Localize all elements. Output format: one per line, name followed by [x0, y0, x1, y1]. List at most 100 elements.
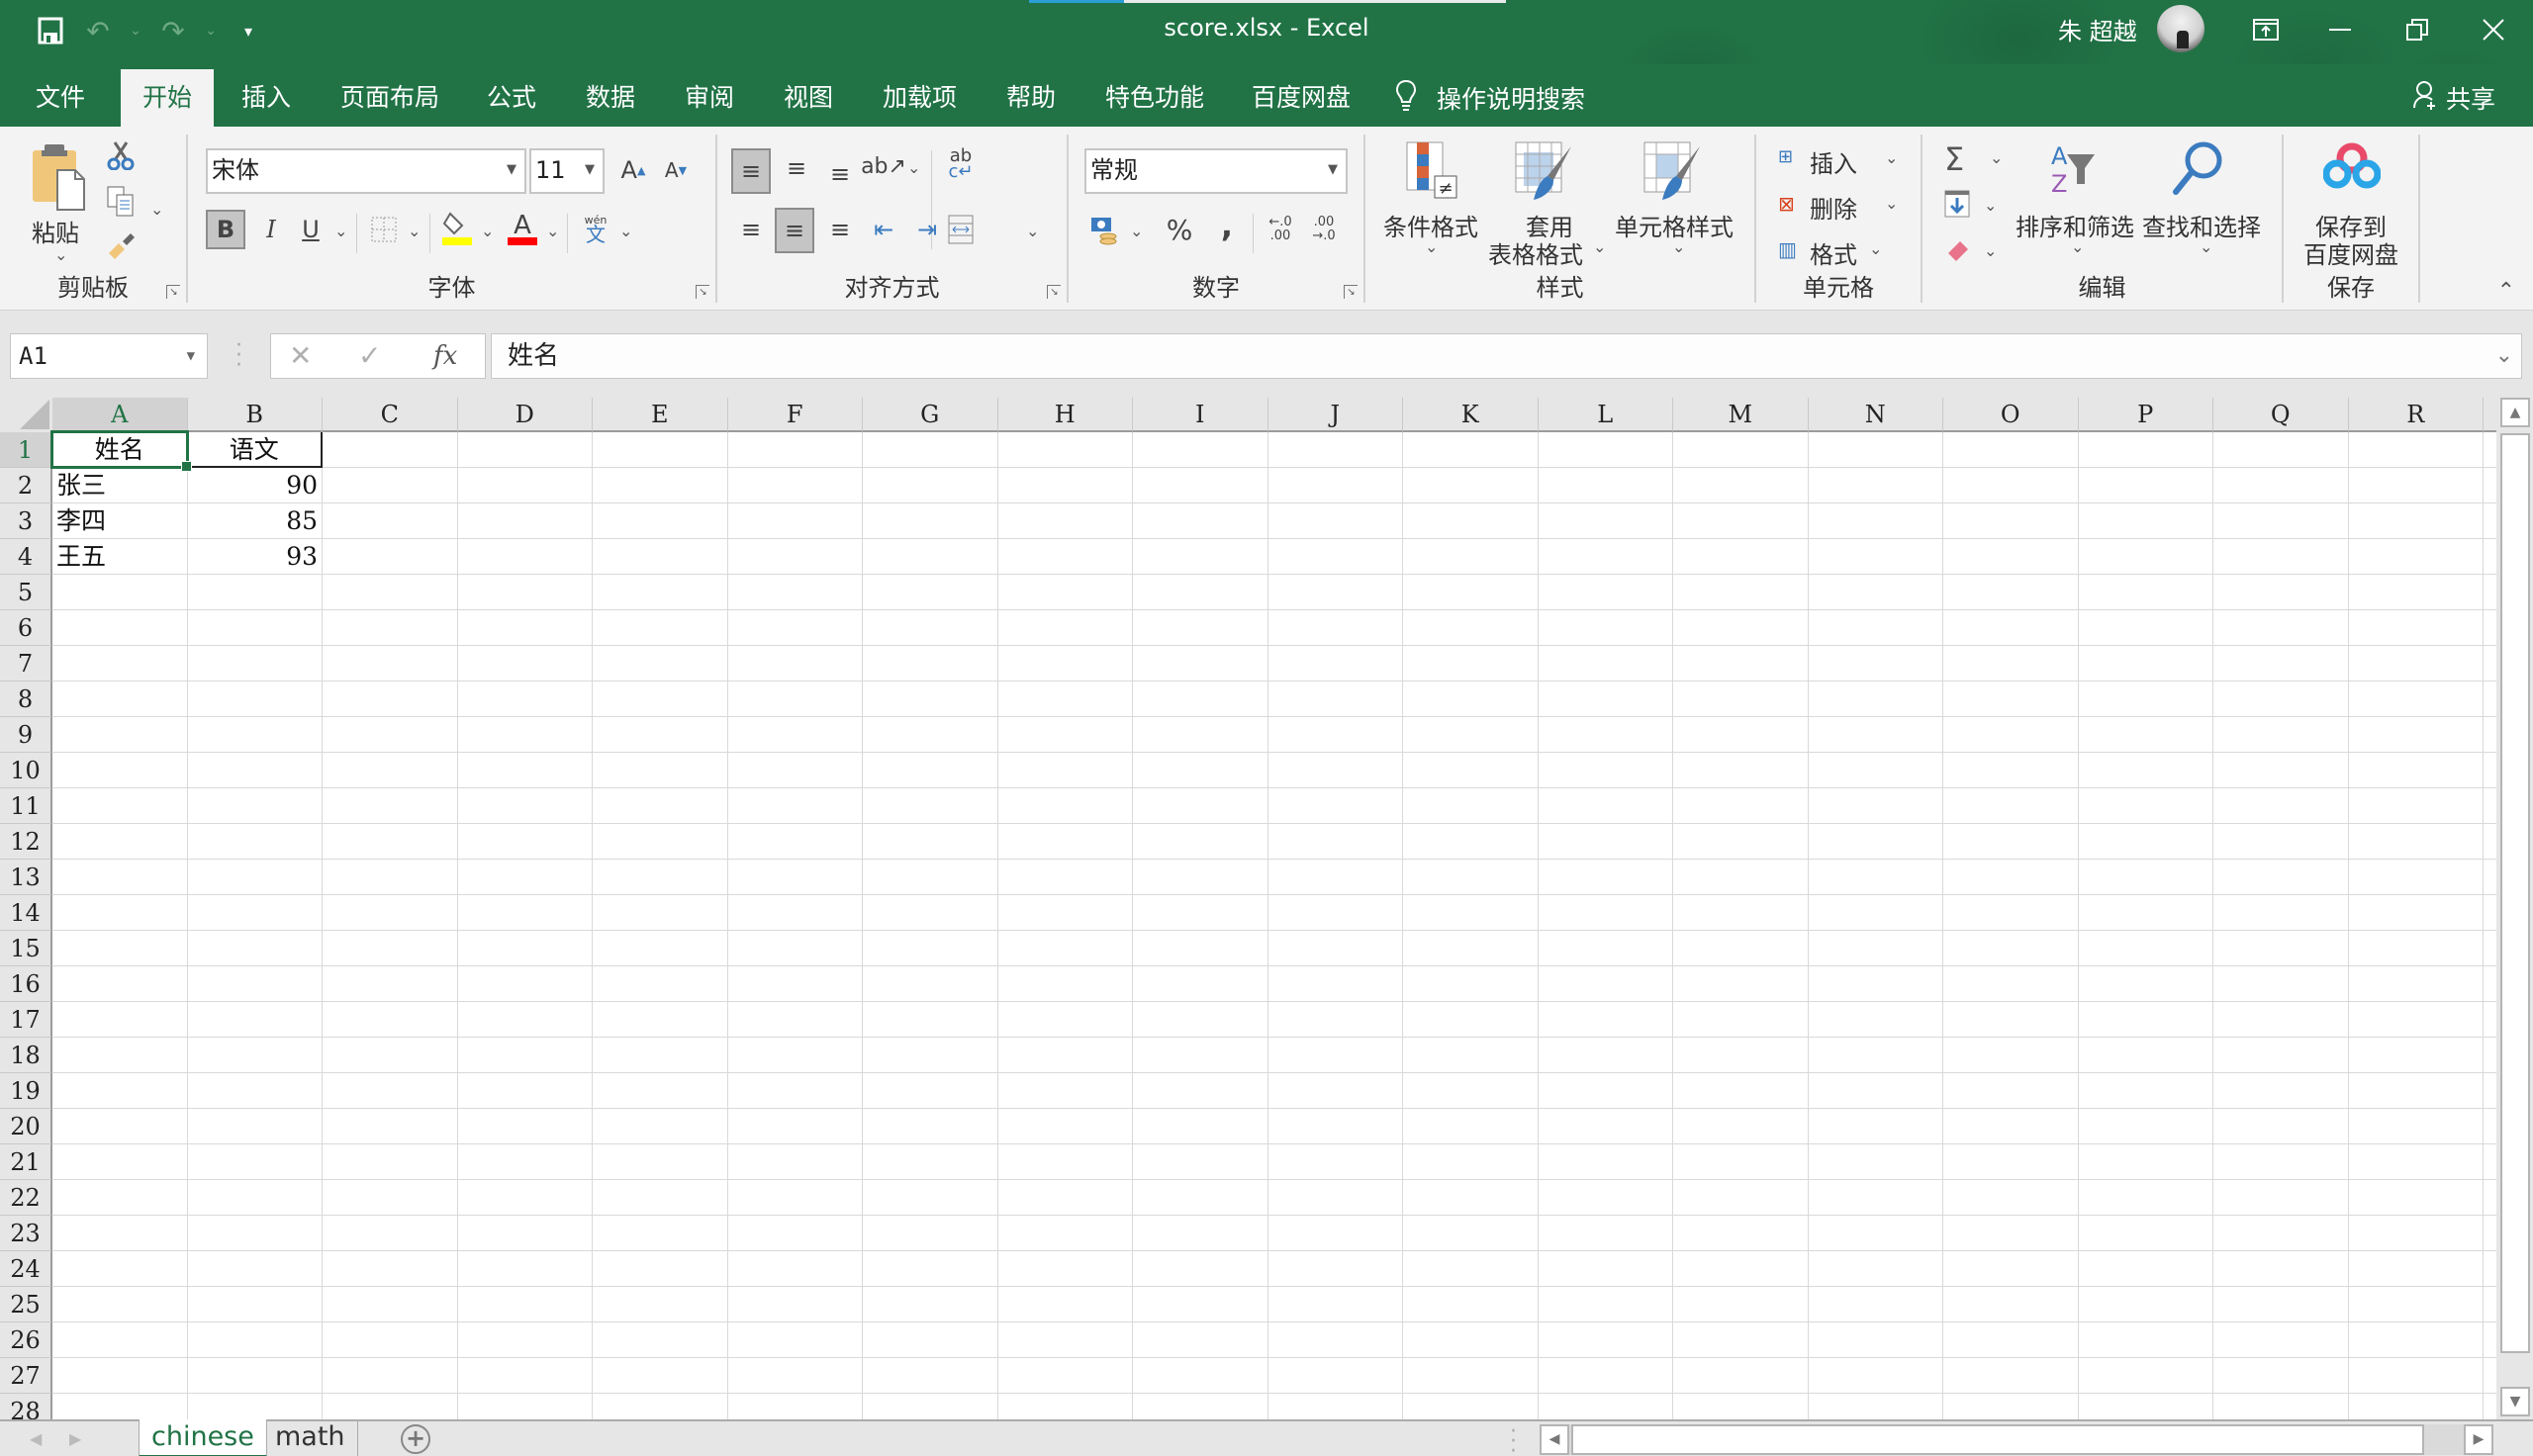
align-left-icon[interactable]: ≡	[731, 210, 771, 249]
cell-g25[interactable]	[863, 1287, 998, 1322]
comma-style-button[interactable]: ,	[1207, 206, 1247, 245]
cell-e7[interactable]	[593, 646, 728, 682]
cell-d27[interactable]	[457, 1358, 593, 1394]
cell-r7[interactable]	[2348, 646, 2484, 682]
cell-n23[interactable]	[1808, 1216, 1943, 1251]
cell-p11[interactable]	[2078, 788, 2213, 824]
cell-b4[interactable]: 93	[187, 539, 323, 575]
cell-b8[interactable]	[187, 682, 323, 717]
cell-o16[interactable]	[1943, 966, 2079, 1002]
cell-p14[interactable]	[2078, 895, 2213, 931]
cell-r8[interactable]	[2348, 682, 2484, 717]
cell-i3[interactable]	[1133, 503, 1268, 539]
format-painter-icon[interactable]	[107, 233, 135, 263]
column-header-e[interactable]: E	[593, 398, 728, 432]
cell-k5[interactable]	[1403, 575, 1539, 610]
cell-k25[interactable]	[1403, 1287, 1539, 1322]
cell-d17[interactable]	[457, 1002, 593, 1038]
font-name-combo[interactable]: 宋体 ▼	[206, 148, 526, 194]
name-box[interactable]: A1 ▼	[10, 333, 208, 379]
wrap-text-icon[interactable]: ab c↵	[941, 144, 981, 184]
increase-decimal-button[interactable]: ←.0 .00	[1261, 210, 1300, 249]
cell-p18[interactable]	[2078, 1038, 2213, 1073]
cell-h11[interactable]	[997, 788, 1133, 824]
cell-g27[interactable]	[863, 1358, 998, 1394]
cell-r17[interactable]	[2348, 1002, 2484, 1038]
cell-g11[interactable]	[863, 788, 998, 824]
insert-cells-label[interactable]: 插入	[1810, 144, 1857, 179]
cell-n7[interactable]	[1808, 646, 1943, 682]
cell-j14[interactable]	[1267, 895, 1403, 931]
cell-d14[interactable]	[457, 895, 593, 931]
cell-g22[interactable]	[863, 1180, 998, 1216]
cell-f24[interactable]	[727, 1251, 863, 1287]
cell-b10[interactable]	[187, 753, 323, 788]
cell-r18[interactable]	[2348, 1038, 2484, 1073]
cell-e2[interactable]	[593, 468, 728, 503]
tab-help[interactable]: 帮助	[985, 69, 1078, 127]
cell-k12[interactable]	[1403, 824, 1539, 860]
cell-r27[interactable]	[2348, 1358, 2484, 1394]
align-right-icon[interactable]: ≡	[820, 210, 860, 249]
cell-f13[interactable]	[727, 860, 863, 895]
cell-m18[interactable]	[1673, 1038, 1809, 1073]
scroll-right-icon[interactable]: ▶	[2464, 1424, 2493, 1455]
increase-font-size-icon[interactable]: A ▲	[613, 150, 653, 190]
cell-d9[interactable]	[457, 717, 593, 753]
cell-h16[interactable]	[997, 966, 1133, 1002]
cell-n3[interactable]	[1808, 503, 1943, 539]
share-button[interactable]: 共享	[2412, 69, 2495, 127]
cell-e21[interactable]	[593, 1144, 728, 1180]
cell-c9[interactable]	[323, 717, 458, 753]
row-header-21[interactable]: 21	[0, 1144, 52, 1180]
cell-p7[interactable]	[2078, 646, 2213, 682]
phonetic-guide-icon[interactable]: wén 文	[576, 208, 615, 247]
cell-d12[interactable]	[457, 824, 593, 860]
cell-h26[interactable]	[997, 1322, 1133, 1358]
cell-p13[interactable]	[2078, 860, 2213, 895]
cell-g20[interactable]	[863, 1109, 998, 1144]
cell-a3[interactable]: 李四	[52, 503, 188, 539]
cell-b26[interactable]	[187, 1322, 323, 1358]
cell-l23[interactable]	[1538, 1216, 1673, 1251]
cell-j19[interactable]	[1267, 1073, 1403, 1109]
cell-k8[interactable]	[1403, 682, 1539, 717]
cell-e14[interactable]	[593, 895, 728, 931]
cell-j11[interactable]	[1267, 788, 1403, 824]
cell-h12[interactable]	[997, 824, 1133, 860]
cell-partial[interactable]	[2484, 788, 2496, 824]
cell-partial[interactable]	[2484, 1073, 2496, 1109]
fill-color-dropdown-icon[interactable]: ⌄	[481, 222, 494, 240]
font-launcher-icon[interactable]: ↘	[696, 285, 709, 299]
cell-r26[interactable]	[2348, 1322, 2484, 1358]
cell-j25[interactable]	[1267, 1287, 1403, 1322]
cell-e10[interactable]	[593, 753, 728, 788]
cell-o13[interactable]	[1943, 860, 2079, 895]
scroll-left-icon[interactable]: ◀	[1540, 1424, 1569, 1455]
row-header-28[interactable]: 28	[0, 1394, 52, 1419]
cell-f19[interactable]	[727, 1073, 863, 1109]
cell-m5[interactable]	[1673, 575, 1809, 610]
formula-input[interactable]: 姓名 ⌄	[491, 333, 2522, 379]
cell-i19[interactable]	[1133, 1073, 1268, 1109]
cell-l11[interactable]	[1538, 788, 1673, 824]
align-middle-icon[interactable]: ≡	[777, 148, 816, 188]
tab-baidu-netdisk[interactable]: 百度网盘	[1230, 69, 1372, 127]
tab-data[interactable]: 数据	[564, 69, 657, 127]
cell-c6[interactable]	[323, 610, 458, 646]
cell-p6[interactable]	[2078, 610, 2213, 646]
cell-m27[interactable]	[1673, 1358, 1809, 1394]
insert-cells-dropdown-icon[interactable]: ⌄	[1885, 148, 1898, 167]
cell-p27[interactable]	[2078, 1358, 2213, 1394]
cell-o26[interactable]	[1943, 1322, 2079, 1358]
cell-o12[interactable]	[1943, 824, 2079, 860]
cell-o19[interactable]	[1943, 1073, 2079, 1109]
cell-b22[interactable]	[187, 1180, 323, 1216]
cell-k2[interactable]	[1403, 468, 1539, 503]
cell-e27[interactable]	[593, 1358, 728, 1394]
cell-h6[interactable]	[997, 610, 1133, 646]
cell-r15[interactable]	[2348, 931, 2484, 966]
copy-dropdown-icon[interactable]: ⌄	[150, 200, 163, 219]
cell-b16[interactable]	[187, 966, 323, 1002]
cell-i7[interactable]	[1133, 646, 1268, 682]
